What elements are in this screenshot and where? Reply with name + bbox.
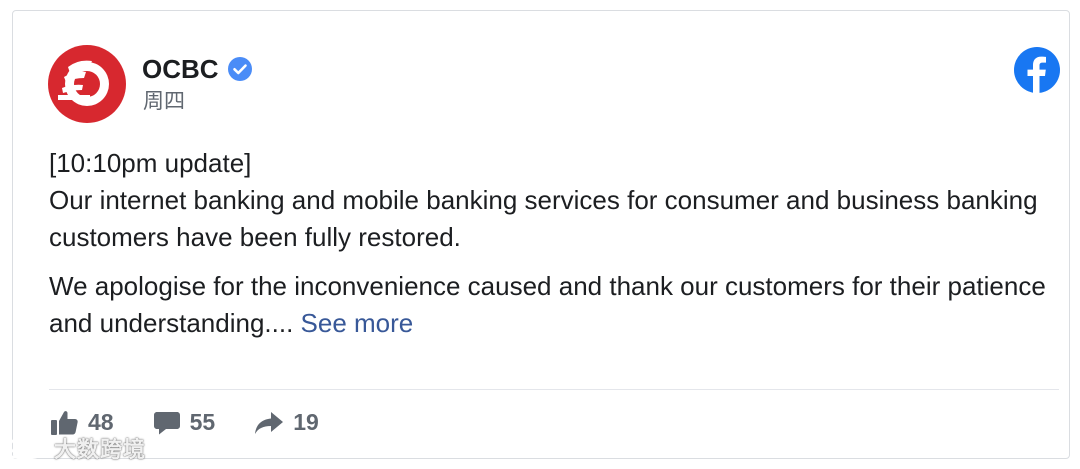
- comment-count-button[interactable]: 55: [153, 409, 216, 436]
- facebook-post-card: OCBC 周四 [10:10pm update] Our internet ba…: [12, 10, 1070, 459]
- post-body: [10:10pm update] Our internet banking an…: [49, 145, 1049, 354]
- verified-badge-icon: [227, 57, 252, 81]
- watermark: 大数跨境: [8, 432, 146, 464]
- comment-count: 55: [189, 409, 216, 435]
- page-name[interactable]: OCBC: [142, 53, 252, 85]
- comment-icon: [153, 411, 180, 434]
- share-count-button[interactable]: 19: [255, 409, 319, 436]
- watermark-logo-icon: [8, 438, 48, 460]
- watermark-text: 大数跨境: [54, 437, 147, 462]
- post-timestamp[interactable]: 周四: [143, 89, 185, 115]
- share-count: 19: [293, 409, 319, 435]
- update-label: [10:10pm update]: [49, 148, 252, 178]
- ocbc-logo-icon[interactable]: [48, 45, 126, 123]
- restored-message: Our internet banking and mobile banking …: [49, 185, 1038, 252]
- see-more-link[interactable]: See more: [301, 308, 414, 338]
- apology-message: We apologise for the inconvenience cause…: [49, 271, 1046, 338]
- facebook-icon[interactable]: [1014, 47, 1060, 93]
- post-paragraph: [10:10pm update] Our internet banking an…: [49, 145, 1049, 256]
- share-arrow-icon: [255, 411, 284, 434]
- divider: [49, 389, 1059, 390]
- page-name-text[interactable]: OCBC: [142, 53, 219, 85]
- post-paragraph: We apologise for the inconvenience cause…: [49, 268, 1049, 342]
